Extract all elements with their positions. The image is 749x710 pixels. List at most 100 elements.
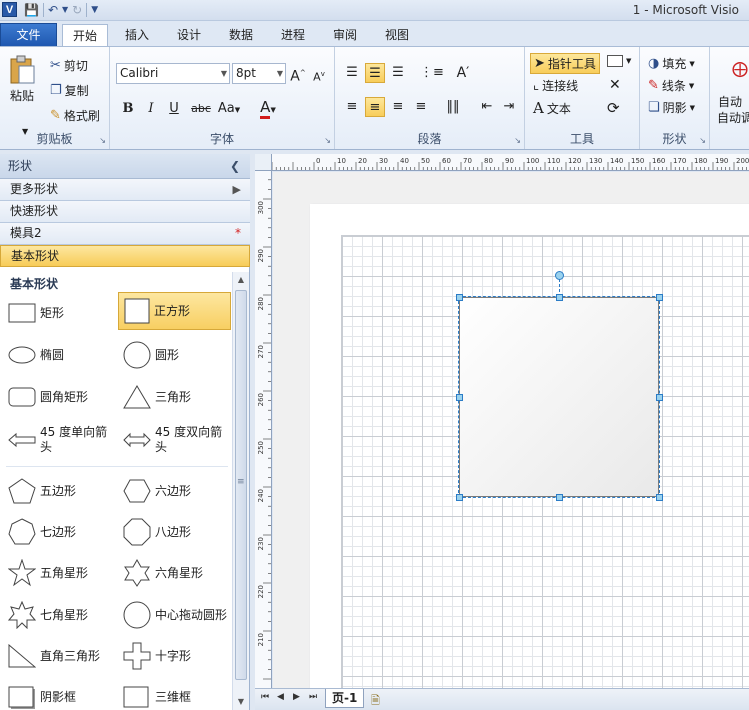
underline-button[interactable]: U <box>164 99 184 119</box>
drawing-canvas[interactable] <box>273 172 749 688</box>
prev-page-icon[interactable]: ◀ <box>277 692 284 702</box>
tab-process[interactable]: 进程 <box>270 24 316 47</box>
last-page-icon[interactable]: ⏭ <box>309 692 317 702</box>
selected-square-shape[interactable] <box>458 296 660 498</box>
more-shapes-menu[interactable]: 更多形状 ▶ <box>0 179 250 201</box>
undo-dropdown-icon[interactable]: ▼ <box>62 1 68 19</box>
align-top-icon[interactable]: ☰ <box>342 63 362 83</box>
shape-3d-box[interactable]: 三维框 <box>118 678 231 710</box>
shape-six-point-star[interactable]: 六角星形 <box>118 554 231 592</box>
align-middle-icon[interactable]: ☰ <box>365 63 385 83</box>
tab-review[interactable]: 审阅 <box>322 24 368 47</box>
resize-handle-top-left[interactable] <box>456 294 463 301</box>
tab-home[interactable]: 开始 <box>62 24 108 48</box>
shape-rectangle[interactable]: 矩形 <box>3 294 116 332</box>
line-button[interactable]: ✎ 线条 ▼ <box>648 77 694 94</box>
rectangle-tool-button[interactable]: ▼ <box>607 55 631 67</box>
next-page-icon[interactable]: ▶ <box>293 692 300 702</box>
increase-indent-icon[interactable]: ⇥ <box>499 97 519 117</box>
collapse-pane-icon[interactable]: ❮ <box>230 154 240 178</box>
quick-shapes-stencil[interactable]: 快速形状 <box>0 201 250 223</box>
tab-data[interactable]: 数据 <box>218 24 264 47</box>
visio-logo-icon[interactable]: V <box>2 2 17 17</box>
resize-handle-bottom-right[interactable] <box>656 494 663 501</box>
shape-heptagon[interactable]: 七边形 <box>3 513 116 551</box>
redo-icon[interactable]: ↻ <box>72 1 82 19</box>
drawing-page[interactable] <box>310 204 749 688</box>
connection-point-icon[interactable]: ⟳ <box>607 99 620 117</box>
bold-button[interactable]: B <box>118 99 138 119</box>
align-left-icon[interactable]: ≡ <box>342 97 362 117</box>
justify-icon[interactable]: ≡ <box>411 97 431 117</box>
font-family-select[interactable]: Calibri ▼ <box>116 63 230 84</box>
shape-octagon[interactable]: 八边形 <box>118 513 231 551</box>
page-tab-1[interactable]: 页-1 <box>325 689 365 708</box>
shape-square[interactable]: 正方形 <box>118 292 231 330</box>
connector-tool-button[interactable]: ⌞ 连接线 <box>533 77 578 94</box>
cut-button[interactable]: ✂ 剪切 <box>50 57 88 74</box>
resize-handle-top-right[interactable] <box>656 294 663 301</box>
rotation-handle[interactable] <box>555 271 564 280</box>
tab-view[interactable]: 视图 <box>374 24 420 47</box>
auto-space-label[interactable]: 自动调 <box>717 109 749 126</box>
auto-align-label[interactable]: 自动 <box>718 93 742 110</box>
tab-insert[interactable]: 插入 <box>114 24 160 47</box>
tab-file[interactable]: 文件 <box>0 23 57 47</box>
auto-align-icon[interactable]: ⨁ <box>732 59 748 78</box>
text-direction-icon[interactable]: A′ <box>453 63 473 83</box>
close-icon[interactable]: ✕ <box>609 77 621 93</box>
qat-customize-icon[interactable]: ▼ <box>91 1 98 19</box>
copy-button[interactable]: ❐ 复制 <box>50 82 89 99</box>
stencil-2[interactable]: 模具2 * <box>0 223 250 245</box>
shapes-scrollbar[interactable]: ▲ ≡ ▼ <box>232 272 249 710</box>
font-color-button[interactable]: A▼ <box>253 97 283 119</box>
undo-icon[interactable]: ↶ <box>48 1 58 19</box>
shape-hexagon[interactable]: 六边形 <box>118 472 231 510</box>
change-case-button[interactable]: Aa▼ <box>215 99 243 119</box>
shape-circle[interactable]: 圆形 <box>118 336 231 374</box>
shrink-font-icon[interactable]: Av <box>309 64 329 84</box>
grow-font-icon[interactable]: A^ <box>288 63 308 85</box>
scroll-down-icon[interactable]: ▼ <box>233 694 249 710</box>
basic-shapes-stencil[interactable]: 基本形状 <box>0 245 250 267</box>
clipboard-launcher-icon[interactable]: ↘ <box>99 136 106 145</box>
insert-page-icon[interactable]: 🗎 <box>371 692 380 710</box>
tab-design[interactable]: 设计 <box>166 24 212 47</box>
shape-right-triangle[interactable]: 直角三角形 <box>3 637 116 675</box>
shape-shadow-box[interactable]: 阴影框 <box>3 678 116 710</box>
fill-button[interactable]: ◑ 填充 ▼ <box>648 55 695 72</box>
shape-launcher-icon[interactable]: ↘ <box>699 136 706 145</box>
align-center-icon[interactable]: ≡ <box>365 97 385 117</box>
shape-five-point-star[interactable]: 五角星形 <box>3 554 116 592</box>
font-size-select[interactable]: 8pt ▼ <box>232 63 286 84</box>
strikethrough-button[interactable]: abc <box>189 99 213 119</box>
bullets-icon[interactable]: ⋮≡ <box>420 63 444 83</box>
resize-handle-bottom-left[interactable] <box>456 494 463 501</box>
shape-cross[interactable]: 十字形 <box>118 637 231 675</box>
pointer-tool-button[interactable]: ➤ 指针工具 <box>530 53 600 74</box>
shadow-button[interactable]: ❏ 阴影 ▼ <box>648 99 695 116</box>
shape-double-arrow[interactable]: 45 度双向箭头 <box>118 418 231 462</box>
save-icon[interactable]: 💾 <box>24 1 39 19</box>
shape-center-drag-circle[interactable]: 中心拖动圆形 <box>118 596 231 634</box>
resize-handle-bottom[interactable] <box>556 494 563 501</box>
shape-seven-point-star[interactable]: 七角星形 <box>3 596 116 634</box>
paste-button[interactable]: 粘贴 <box>8 55 36 104</box>
resize-handle-left[interactable] <box>456 394 463 401</box>
resize-handle-right[interactable] <box>656 394 663 401</box>
decrease-indent-icon[interactable]: ⇤ <box>477 97 497 117</box>
shape-pentagon[interactable]: 五边形 <box>3 472 116 510</box>
shape-rounded-rectangle[interactable]: 圆角矩形 <box>3 378 116 416</box>
shape-ellipse[interactable]: 椭圆 <box>3 336 116 374</box>
align-bottom-icon[interactable]: ☰ <box>388 63 408 83</box>
distribute-icon[interactable]: ‖‖ <box>443 97 463 117</box>
first-page-icon[interactable]: ⏮ <box>261 692 269 702</box>
format-painter-button[interactable]: ✎ 格式刷 <box>50 107 100 124</box>
resize-handle-top[interactable] <box>556 294 563 301</box>
italic-button[interactable]: I <box>141 99 161 119</box>
text-tool-button[interactable]: A 文本 <box>533 99 571 117</box>
scroll-up-icon[interactable]: ▲ <box>233 272 249 288</box>
paragraph-launcher-icon[interactable]: ↘ <box>514 136 521 145</box>
align-right-icon[interactable]: ≡ <box>388 97 408 117</box>
font-launcher-icon[interactable]: ↘ <box>324 136 331 145</box>
